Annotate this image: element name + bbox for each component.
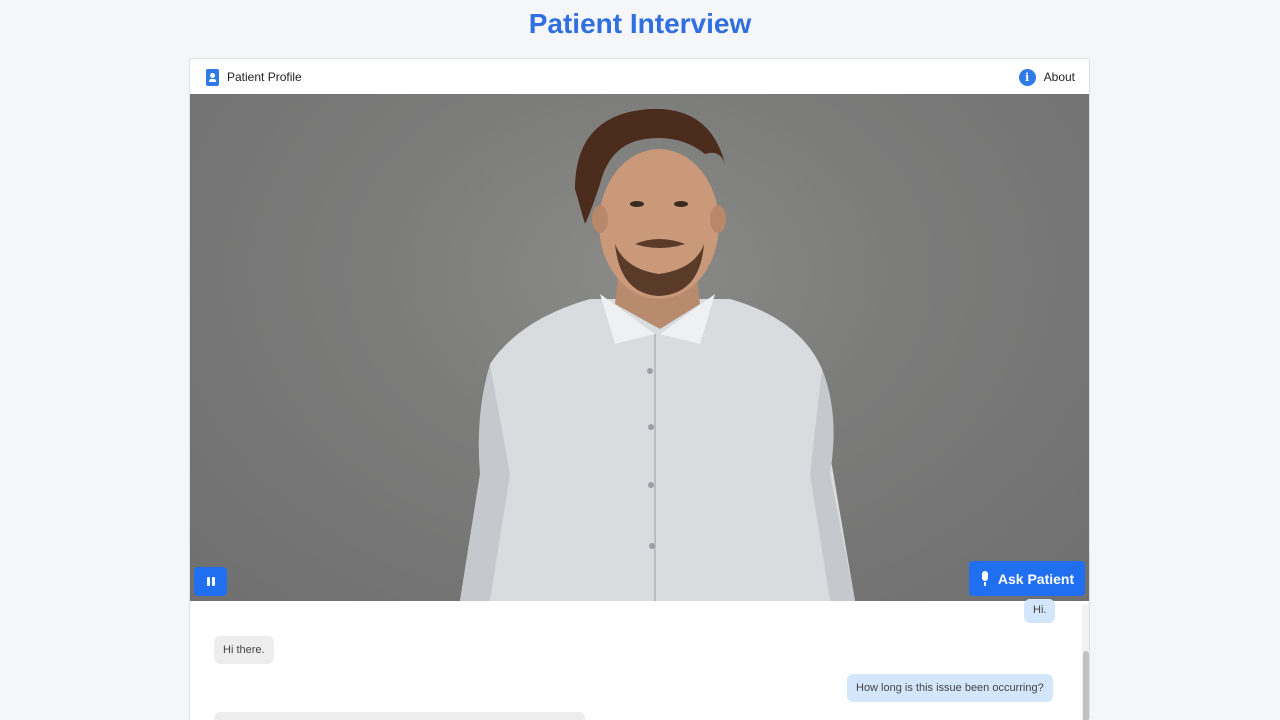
chat-message-patient: [214, 712, 585, 720]
chat-message-user: How long is this issue been occurring?: [847, 674, 1053, 702]
interview-panel: Patient Profile i About Ask Patient Hi. …: [189, 58, 1090, 720]
about-label: About: [1043, 70, 1075, 84]
ask-patient-button[interactable]: Ask Patient: [969, 561, 1085, 596]
patient-profile-link[interactable]: Patient Profile: [206, 68, 302, 86]
chat-message-user: Hi.: [1024, 599, 1056, 623]
ask-patient-label: Ask Patient: [997, 570, 1075, 587]
microphone-icon: [980, 570, 990, 587]
profile-card-icon: [206, 68, 219, 86]
about-link[interactable]: i About: [1018, 68, 1075, 86]
patient-profile-label: Patient Profile: [227, 70, 302, 84]
chat-scrollbar-thumb[interactable]: [1083, 651, 1089, 720]
patient-avatar: [460, 108, 855, 601]
panel-toolbar: Patient Profile i About: [190, 59, 1089, 95]
pause-icon: [206, 577, 210, 586]
pause-button[interactable]: [194, 567, 227, 596]
chat-message-patient: Hi there.: [214, 636, 274, 664]
page-title: Patient Interview: [528, 8, 752, 39]
chat-transcript[interactable]: Hi. Hi there. How long is this issue bee…: [190, 599, 1089, 720]
patient-video: Ask Patient: [190, 94, 1089, 601]
info-icon: i: [1018, 68, 1036, 86]
